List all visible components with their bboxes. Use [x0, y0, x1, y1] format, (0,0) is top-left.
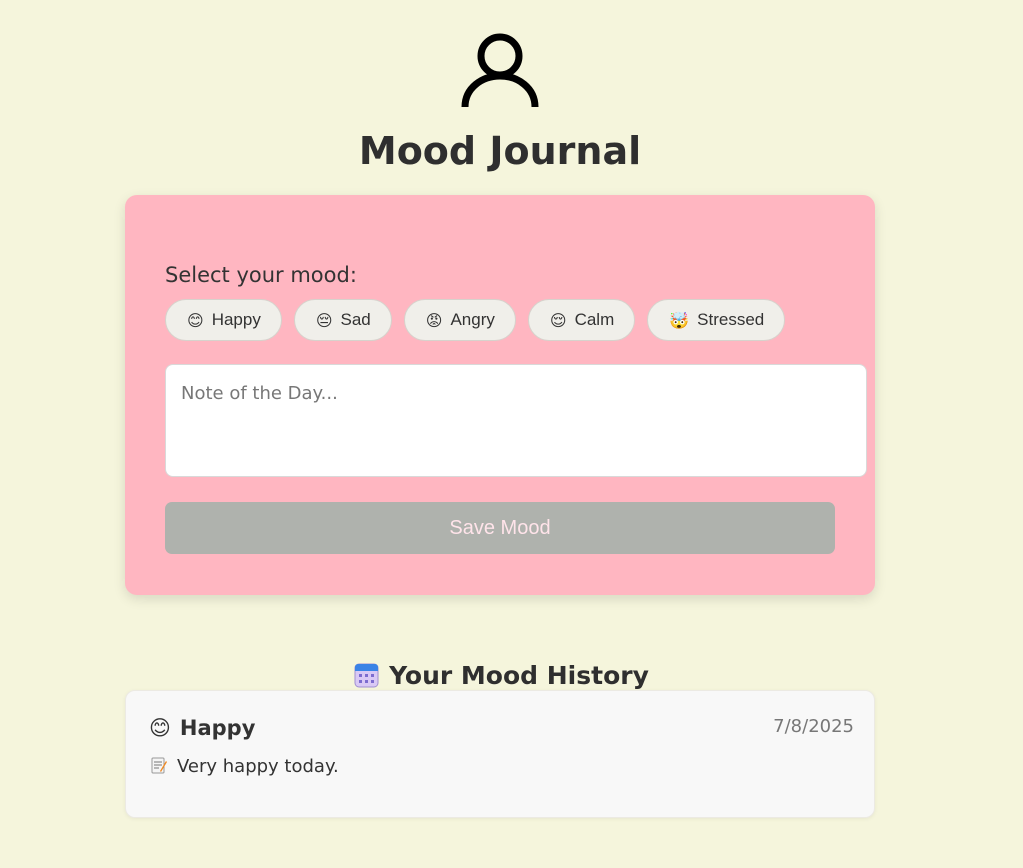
mood-button-label: Angry: [450, 310, 495, 329]
stressed-emoji-icon: 🤯: [669, 310, 690, 330]
mood-button-label: Happy: [211, 310, 261, 329]
page-title: Mood Journal: [358, 129, 642, 173]
calendar-icon: [354, 663, 379, 688]
mood-button-label: Sad: [340, 310, 371, 329]
mood-button-sad[interactable]: 😔 Sad: [293, 299, 392, 341]
mood-button-calm[interactable]: 😌 Calm: [527, 299, 636, 341]
happy-emoji-icon: 😊: [187, 310, 204, 330]
calm-emoji-icon: 😌: [549, 310, 567, 330]
angry-emoji-icon: 😡: [425, 310, 443, 330]
mood-journal-page: Mood Journal Select your mood: 😊 Happy 😔…: [0, 0, 1023, 868]
mood-options: 😊 Happy 😔 Sad 😡 Angry 😌 Calm 🤯 Stressed: [165, 299, 786, 341]
sad-emoji-icon: 😔: [315, 310, 333, 330]
entry-date: 7/8/2025: [773, 716, 854, 737]
memo-icon: [151, 757, 167, 774]
mood-form-card: Select your mood: 😊 Happy 😔 Sad 😡 Angry …: [125, 195, 875, 595]
mood-select-label: Select your mood:: [165, 263, 357, 287]
entry-note-text: Very happy today.: [177, 756, 339, 777]
mood-button-label: Calm: [574, 310, 615, 329]
history-title: Your Mood History: [389, 660, 649, 690]
note-textarea[interactable]: [165, 364, 867, 477]
save-mood-button[interactable]: Save Mood: [165, 502, 835, 554]
user-icon: [461, 33, 539, 108]
entry-mood-label: Happy: [179, 716, 256, 740]
happy-emoji-icon: 😊: [149, 716, 171, 740]
entry-note: Very happy today.: [150, 755, 339, 779]
history-entry: 😊 Happy 7/8/2025 Very happy today.: [125, 690, 875, 818]
mood-button-happy[interactable]: 😊 Happy: [165, 299, 282, 341]
mood-button-angry[interactable]: 😡 Angry: [403, 299, 516, 341]
mood-button-label: Stressed: [697, 310, 765, 329]
history-heading: Your Mood History: [0, 659, 1003, 693]
entry-mood: 😊 Happy: [149, 714, 255, 742]
mood-button-stressed[interactable]: 🤯 Stressed: [647, 299, 786, 341]
